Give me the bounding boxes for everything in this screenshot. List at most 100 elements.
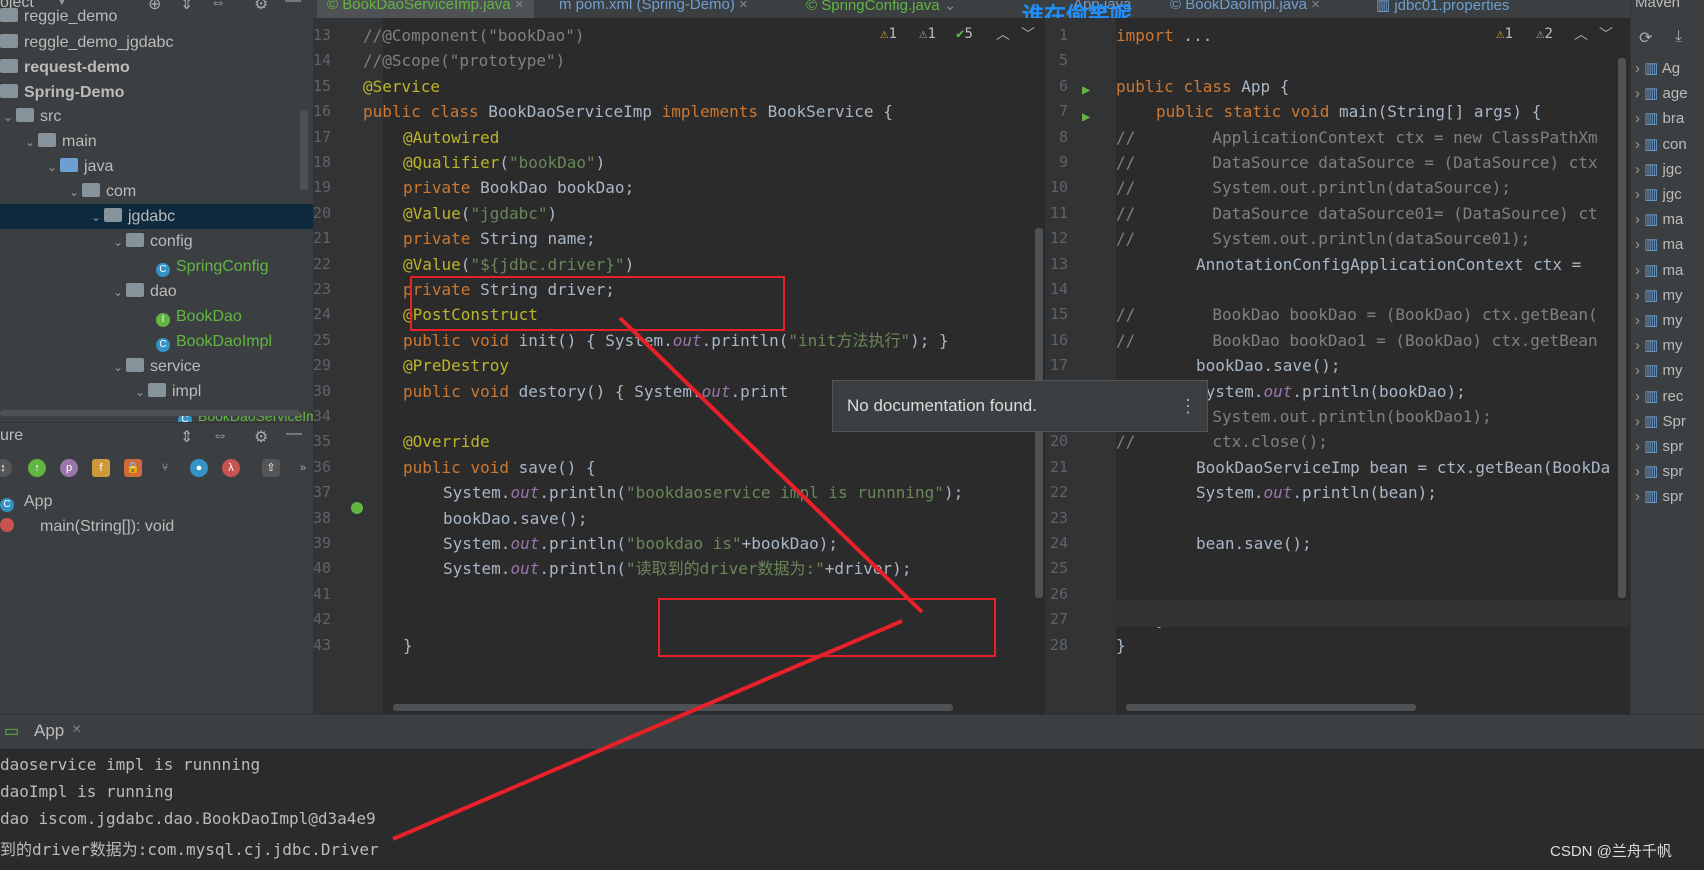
chevron-down-icon[interactable]: ﹀ — [1599, 24, 1613, 44]
left-code-line[interactable]: @Value("jgdabc") — [403, 200, 557, 227]
more-vertical-icon[interactable]: ⋮ — [1179, 381, 1197, 431]
collapse-all-icon[interactable]: ⇔ — [212, 427, 228, 445]
right-code-line[interactable]: // System.out.println(dataSource01); — [1116, 225, 1530, 252]
left-code-line[interactable]: @Service — [363, 73, 440, 100]
chevron-right-icon[interactable]: › — [1635, 136, 1644, 153]
gear-icon[interactable]: ⚙ — [254, 0, 268, 14]
maven-project-item[interactable]: › ▥ ma — [1635, 258, 1683, 283]
left-code-line[interactable]: private String name; — [403, 225, 596, 252]
chevron-down-icon[interactable]: ⌄ — [88, 205, 104, 230]
right-code-line[interactable]: // DataSource dataSource = (DataSource) … — [1116, 149, 1598, 176]
chevron-up-icon[interactable]: ︿ — [996, 24, 1010, 44]
editor-left[interactable]: 13 //@Component("bookDao") 14 //@Scope("pro… — [313, 18, 1045, 714]
maven-project-item[interactable]: › ▥ Ag — [1635, 56, 1680, 81]
chevron-up-icon[interactable]: ︿ — [1574, 24, 1588, 44]
left-code-line[interactable]: @Value("${jdbc.driver}") — [403, 251, 634, 278]
left-code-line[interactable]: bookDao.save(); — [443, 505, 588, 532]
crosshair-icon[interactable]: ⊕ — [148, 0, 161, 14]
chevron-down-icon[interactable]: ⌄ — [22, 130, 38, 155]
maven-project-item[interactable]: › ▥ jgc — [1635, 157, 1682, 182]
hierarchy-icon[interactable]: ⑂ — [156, 459, 174, 477]
collapse-all-icon[interactable]: ⇔ — [210, 0, 226, 12]
lambda-icon[interactable]: λ — [222, 459, 240, 477]
right-code-line[interactable]: } — [1116, 632, 1126, 659]
maven-project-item[interactable]: › ▥ rec — [1635, 384, 1683, 409]
right-code-line[interactable]: System.out.println(bean); — [1196, 479, 1437, 506]
chevron-right-icon[interactable]: › — [1635, 388, 1644, 405]
chevron-right-icon[interactable]: › — [1635, 438, 1644, 455]
tree-item-bookdaoimpl[interactable]: C BookDaoImpl — [156, 329, 272, 354]
left-editor-hscrollbar[interactable] — [393, 704, 953, 711]
tree-item-spring-demo[interactable]: Spring-Demo — [0, 80, 124, 105]
fields-icon[interactable]: f — [92, 459, 110, 477]
sort-icon[interactable]: ↕ — [0, 459, 12, 477]
chevron-right-icon[interactable]: › — [1635, 161, 1644, 178]
tree-item-java[interactable]: ⌄ java — [44, 154, 113, 179]
tree-item-request-demo[interactable]: request-demo — [0, 55, 130, 80]
close-icon[interactable]: × — [72, 721, 81, 739]
maven-project-item[interactable]: › ▥ my — [1635, 308, 1683, 333]
chevron-right-icon[interactable]: › — [1635, 60, 1644, 77]
chevron-right-icon[interactable]: › — [1635, 362, 1644, 379]
maven-project-item[interactable]: › ▥ my — [1635, 283, 1683, 308]
project-hscrollbar[interactable] — [0, 410, 300, 416]
weak-warning-icon[interactable]: ⚠1 — [919, 26, 936, 42]
left-code-line[interactable]: @Autowired — [403, 124, 499, 151]
tree-item-reggie-demo[interactable]: reggie_demo — [0, 4, 117, 29]
tree-item-springconfig[interactable]: C SpringConfig — [156, 254, 269, 279]
expand-all-icon[interactable]: ⇕ — [180, 0, 193, 14]
chevron-down-icon[interactable]: ⌄ — [944, 0, 957, 14]
minimize-icon[interactable]: — — [286, 425, 302, 443]
chevron-down-icon[interactable]: ⌄ — [110, 280, 126, 305]
run-icon[interactable]: ▶ — [1082, 82, 1090, 98]
chevron-right-icon[interactable]: › — [1635, 463, 1644, 480]
tree-item-reggle-demo-jgdabc[interactable]: reggle_demo_jgdabc — [0, 30, 173, 55]
left-code-line[interactable]: } — [403, 632, 413, 659]
tree-item-bookdao[interactable]: I BookDao — [156, 304, 242, 329]
chevron-down-icon[interactable]: ⌄ — [110, 230, 126, 255]
right-code-line[interactable]: bean.save(); — [1196, 530, 1312, 557]
tree-item-jgdabc[interactable]: ⌄ jgdabc — [0, 204, 313, 229]
maven-project-item[interactable]: › ▥ con — [1635, 132, 1687, 157]
maven-project-item[interactable]: › ▥ age — [1635, 81, 1688, 106]
tab-springconfig[interactable]: © SpringConfig.java ⌄ — [806, 0, 956, 18]
tree-item-service[interactable]: ⌄ service — [110, 354, 201, 379]
left-code-line[interactable]: private BookDao bookDao; — [403, 174, 634, 201]
tab-bookdaoserviceimp[interactable]: © BookDaoServiceImp.java × — [317, 0, 534, 18]
expand-all-icon[interactable]: ⇕ — [180, 427, 193, 447]
typo-check-icon[interactable]: ✔5 — [956, 26, 973, 42]
chevron-right-icon[interactable]: › — [1635, 312, 1644, 329]
weak-warning-icon[interactable]: ⚠2 — [1536, 26, 1553, 42]
chevron-right-icon[interactable]: › — [1635, 413, 1644, 430]
left-code-line[interactable]: public class BookDaoServiceImp implement… — [363, 98, 893, 125]
chevron-right-icon[interactable]: › — [1635, 236, 1644, 253]
chevron-down-icon[interactable]: ﹀ — [1021, 24, 1035, 44]
structure-item-app[interactable]: C App — [0, 489, 52, 514]
left-code-line[interactable]: public void save() { — [403, 454, 596, 481]
tab-bookdaoimpl[interactable]: © BookDaoImpl.java × — [1170, 0, 1320, 18]
chevron-right-icon[interactable]: › — [1635, 488, 1644, 505]
chevron-right-icon[interactable]: › — [1635, 186, 1644, 203]
maven-project-item[interactable]: › ▥ Spr — [1635, 409, 1686, 434]
close-icon[interactable]: × — [515, 0, 524, 13]
left-code-line[interactable]: //@Scope("prototype") — [363, 47, 565, 74]
chevron-down-icon[interactable]: ⌄ — [110, 355, 126, 380]
right-code-line[interactable]: // System.out.println(dataSource); — [1116, 174, 1511, 201]
show-inherited-icon[interactable]: ↑ — [28, 459, 46, 477]
tree-item-impl[interactable]: ⌄ impl — [132, 379, 201, 404]
chevron-right-icon[interactable]: › — [1635, 211, 1644, 228]
non-public-icon[interactable]: 🔒 — [124, 459, 142, 477]
right-code-line[interactable]: // ctx.close(); — [1116, 428, 1328, 455]
right-code-line[interactable]: public class App { — [1116, 73, 1289, 100]
run-tab-app[interactable]: App — [34, 721, 64, 741]
chevron-down-icon[interactable]: ⌄ — [44, 155, 60, 180]
anonymous-class-icon[interactable]: ● — [190, 459, 208, 477]
left-code-line[interactable]: @Qualifier("bookDao") — [403, 149, 605, 176]
right-editor-scrollbar[interactable] — [1618, 58, 1626, 598]
minimize-icon[interactable]: — — [285, 0, 301, 10]
reload-icon[interactable]: ⟳ — [1639, 28, 1652, 48]
override-icon[interactable] — [351, 502, 363, 514]
more-icon[interactable]: » — [294, 459, 312, 477]
right-code-line[interactable]: // ApplicationContext ctx = new ClassPat… — [1116, 124, 1598, 151]
autoscroll-icon[interactable]: ⇧ — [262, 459, 280, 477]
